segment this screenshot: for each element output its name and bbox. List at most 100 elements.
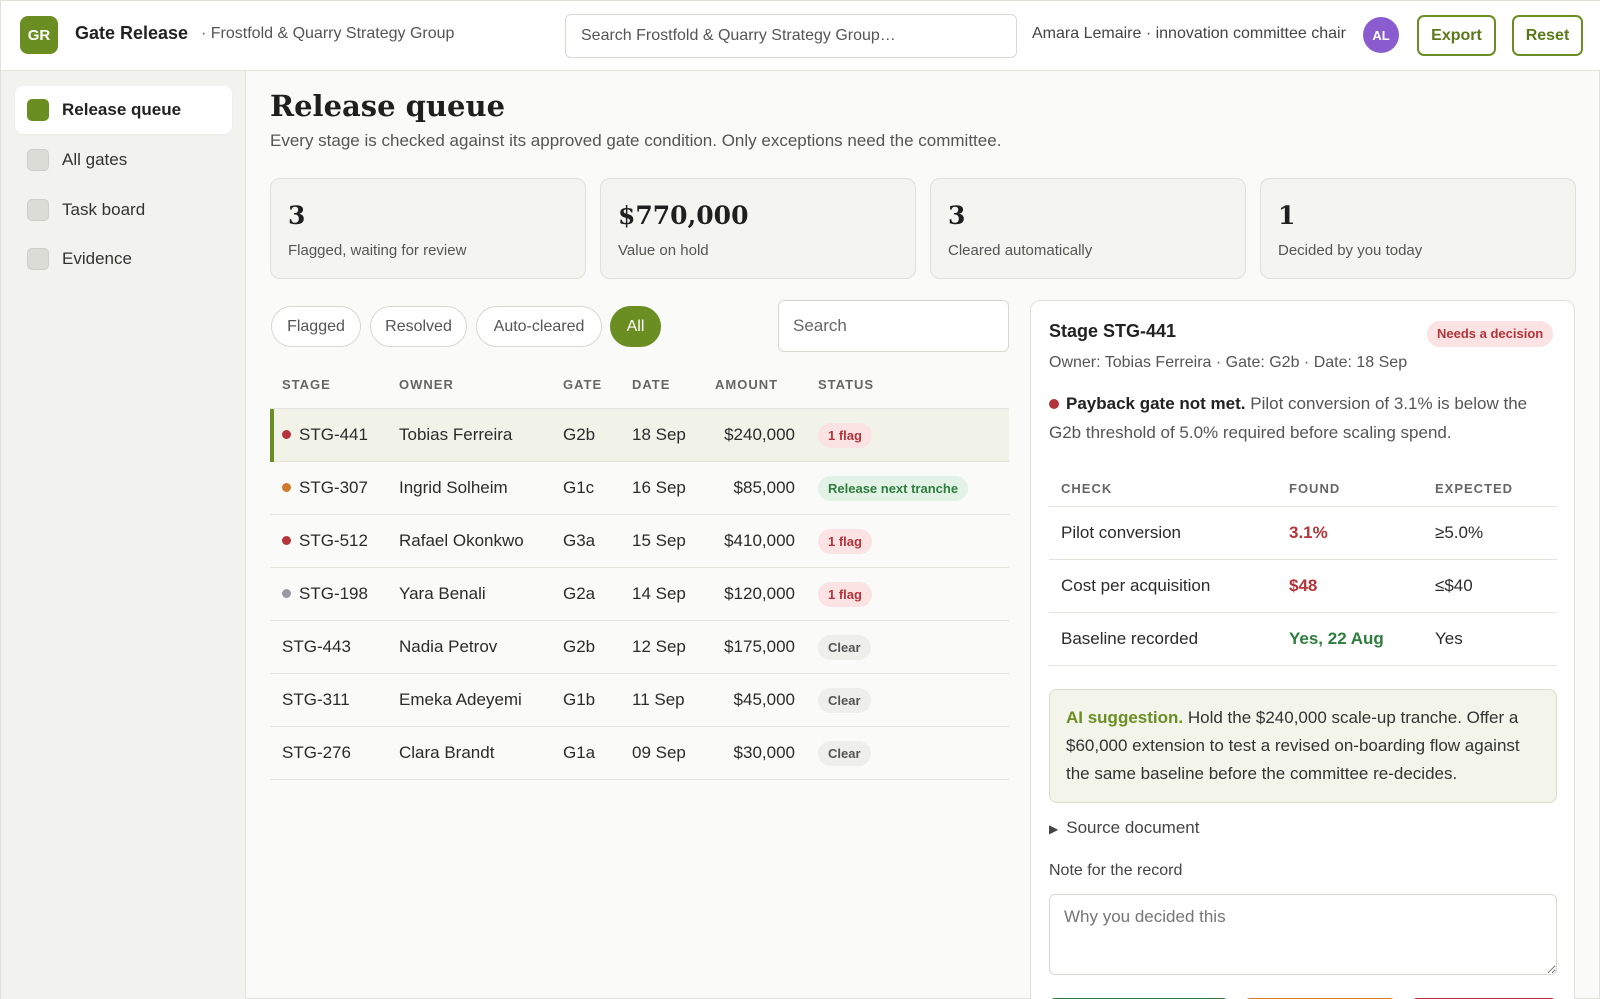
export-button[interactable]: Export [1417,15,1496,56]
amount-cell: $240,000 [724,425,795,444]
stage-id: STG-441 [299,425,368,444]
stage-id: STG-307 [299,478,368,497]
table-row[interactable]: STG-441 Tobias Ferreira G2b 18 Sep $240,… [270,409,1009,462]
sidebar-item-task-board[interactable]: Task board [15,186,232,234]
amount-cell: $45,000 [733,690,795,709]
check-row: Baseline recorded Yes, 22 Aug Yes [1049,613,1557,666]
stat-value: 3 [288,201,306,230]
amount-cell: $410,000 [724,531,795,550]
decision-note-input[interactable] [1049,894,1557,975]
global-search-input[interactable]: Search Frostfold & Quarry Strategy Group… [565,14,1017,58]
table-row[interactable]: STG-311 Emeka Adeyemi G1b 11 Sep $45,000… [270,674,1009,727]
date-cell: 18 Sep [632,425,686,444]
gate-cell: G1b [563,690,596,709]
stage-cell: STG-443 [282,637,351,656]
finding-headline: Payback gate not met. [1066,394,1246,413]
table-search-input[interactable]: Search [778,300,1009,352]
sidebar-item-label: Evidence [62,249,132,268]
date-cell: 15 Sep [632,531,686,550]
owner-cell: Tobias Ferreira [399,425,513,444]
check-found: 3.1% [1289,523,1328,542]
status-dot-icon [282,430,291,440]
table-row[interactable]: STG-512 Rafael Okonkwo G3a 15 Sep $410,0… [270,515,1009,568]
gate-cell: G2b [563,425,596,444]
check-row: Cost per acquisition $48 ≤$40 [1049,560,1557,613]
sidebar-item-release-queue[interactable]: Release queue [15,86,232,134]
stat-card-flagged: 3 Flagged, waiting for review [270,178,586,279]
checks-table: CHECK FOUND EXPECTED Pilot conversion 3.… [1049,465,1557,666]
sidebar-item-label: Task board [62,200,146,219]
status-dot-icon [282,483,291,493]
release-table: STAGE OWNER GATE DATE AMOUNT STATUS STG-… [270,364,1009,780]
stat-value: 3 [948,201,966,230]
status-badge: Clear [818,635,871,660]
stat-label: Cleared automatically [948,242,1093,259]
nav-square-icon [27,149,49,171]
status-badge: Clear [818,741,871,766]
sidebar-item-all-gates[interactable]: All gates [15,136,232,184]
stage-cell: STG-311 [282,690,350,709]
owner-cell: Rafael Okonkwo [399,531,524,550]
check-found: Yes, 22 Aug [1289,629,1384,648]
filter-chip-auto-cleared[interactable]: Auto-cleared [476,306,602,347]
filter-chip-resolved[interactable]: Resolved [370,306,467,347]
source-document-label: Source document [1066,818,1200,837]
reset-button[interactable]: Reset [1512,15,1583,56]
table-row[interactable]: STG-198 Yara Benali G2a 14 Sep $120,000 … [270,568,1009,621]
ai-suggestion-box: AI suggestion. Hold the $240,000 scale-u… [1049,689,1557,803]
table-row[interactable]: STG-307 Ingrid Solheim G1c 16 Sep $85,00… [270,462,1009,515]
source-document-toggle[interactable]: ▶ Source document [1049,818,1199,838]
status-badge: 1 flag [818,582,872,607]
date-cell: 16 Sep [632,478,686,497]
top-bar: GR Gate Release · Frostfold & Quarry Str… [1,1,1600,71]
note-label: Note for the record [1049,862,1183,879]
owner-cell: Ingrid Solheim [399,478,508,497]
checks-header: CHECK FOUND EXPECTED [1049,465,1557,507]
check-name: Pilot conversion [1061,523,1182,542]
gate-cell: G2a [563,584,596,603]
alert-dot-icon [1049,398,1059,409]
column-header: CHECK [1061,481,1113,496]
filter-chip-all[interactable]: All [610,306,661,347]
app-logo: GR [20,16,58,54]
filter-chip-flagged[interactable]: Flagged [271,306,361,347]
column-header[interactable]: OWNER [399,377,454,392]
ai-suggestion-label: AI suggestion. [1066,708,1184,727]
owner-cell: Emeka Adeyemi [399,690,522,709]
check-name: Cost per acquisition [1061,576,1211,595]
nav-square-icon [27,199,49,221]
table-row[interactable]: STG-276 Clara Brandt G1a 09 Sep $30,000 … [270,727,1009,780]
owner-cell: Nadia Petrov [399,637,498,656]
app-window: GR Gate Release · Frostfold & Quarry Str… [0,0,1600,999]
table-row[interactable]: STG-443 Nadia Petrov G2b 12 Sep $175,000… [270,621,1009,674]
sidebar-item-label: Release queue [62,100,182,119]
column-header[interactable]: STATUS [818,377,874,392]
sidebar-item-evidence[interactable]: Evidence [15,235,232,283]
column-header[interactable]: AMOUNT [715,377,778,392]
avatar[interactable]: AL [1363,17,1399,53]
table-header: STAGE OWNER GATE DATE AMOUNT STATUS [270,364,1009,409]
stage-cell: STG-307 [282,478,368,498]
column-header[interactable]: DATE [632,377,670,392]
amount-cell: $85,000 [733,478,795,497]
gate-cell: G2b [563,637,596,656]
status-badge: 1 flag [818,423,872,448]
status-badge: Needs a decision [1427,321,1554,347]
gate-cell: G1c [563,478,595,497]
status-dot-icon [282,536,291,546]
column-header[interactable]: STAGE [282,377,331,392]
gate-cell: G1a [563,743,596,762]
stat-card-value-on-hold: $770,000 Value on hold [600,178,916,279]
finding-text: Payback gate not met. Pilot conversion o… [1049,389,1549,447]
status-badge: Release next tranche [818,476,969,501]
detail-title: Stage STG-441 [1049,321,1177,341]
status-badge: 1 flag [818,529,872,554]
check-row: Pilot conversion 3.1% ≥5.0% [1049,507,1557,560]
date-cell: 14 Sep [632,584,686,603]
date-cell: 11 Sep [632,690,685,709]
check-expected: Yes [1435,629,1463,648]
stat-label: Value on hold [618,242,709,259]
column-header[interactable]: GATE [563,377,602,392]
stat-value: 1 [1278,201,1296,230]
stat-card-decided: 1 Decided by you today [1260,178,1576,279]
